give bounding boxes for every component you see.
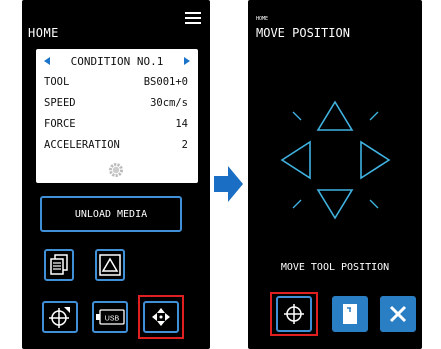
close-button[interactable] [380, 296, 416, 332]
direction-pad [280, 100, 391, 220]
setting-value: 2 [181, 139, 188, 151]
copy-icon [50, 254, 68, 275]
diag-up-right-icon [369, 111, 379, 121]
home-screen: HOME CONDITION NO.1 TOOL BS001+0 SPEED 3… [22, 0, 210, 349]
page-title: HOME [28, 26, 59, 40]
setting-label: SPEED [44, 97, 76, 109]
move-position-screen: HOME MOVE POSITION MOVE TOOL POSITION [248, 0, 422, 349]
copy-button[interactable] [44, 249, 74, 281]
transition-arrow-icon [214, 166, 243, 202]
left-arrow-icon [280, 140, 311, 180]
setting-row-acceleration: ACCELERATION 2 [44, 139, 188, 151]
prev-condition-icon[interactable] [44, 57, 50, 65]
up-arrow-icon [316, 100, 354, 131]
usb-icon: USB [96, 309, 125, 325]
gear-icon[interactable] [108, 162, 124, 178]
crosshair-icon [49, 307, 70, 328]
document-icon [343, 304, 357, 324]
setting-value: 14 [175, 118, 188, 130]
origin-button[interactable] [42, 301, 78, 333]
down-arrow-icon [316, 189, 354, 220]
unload-media-button[interactable]: UNLOAD MEDIA [40, 196, 182, 232]
setting-label: TOOL [44, 76, 70, 88]
condition-title: CONDITION NO.1 [70, 54, 164, 68]
setting-row-force: FORCE 14 [44, 118, 188, 130]
breadcrumb: HOME [256, 16, 269, 22]
highlight-box [270, 292, 318, 336]
setting-row-speed: SPEED 30cm/s [44, 97, 188, 109]
usb-label: USB [105, 316, 120, 323]
menu-icon[interactable] [185, 12, 201, 24]
page-feed-button[interactable] [332, 296, 368, 332]
setting-value: 30cm/s [150, 97, 188, 109]
test-cut-button[interactable] [95, 249, 125, 281]
setting-label: FORCE [44, 118, 76, 130]
setting-row-tool: TOOL BS001+0 [44, 76, 188, 88]
diag-down-right-icon [369, 199, 379, 209]
close-icon [389, 305, 407, 323]
condition-selector: CONDITION NO.1 [36, 53, 198, 69]
unload-media-label: UNLOAD MEDIA [74, 208, 148, 220]
page-title: MOVE POSITION [256, 26, 350, 40]
setting-label: ACCELERATION [44, 139, 120, 151]
setting-value: BS001+0 [143, 76, 188, 88]
usb-button[interactable]: USB [92, 301, 128, 333]
highlight-box [138, 295, 184, 339]
move-tool-position-label: MOVE TOOL POSITION [280, 262, 390, 273]
diag-down-left-icon [292, 199, 302, 209]
diag-up-left-icon [292, 111, 302, 121]
condition-card: CONDITION NO.1 TOOL BS001+0 SPEED 30cm/s… [36, 49, 198, 183]
triangle-icon [99, 254, 121, 276]
next-condition-icon[interactable] [184, 57, 190, 65]
right-arrow-icon [360, 140, 391, 180]
